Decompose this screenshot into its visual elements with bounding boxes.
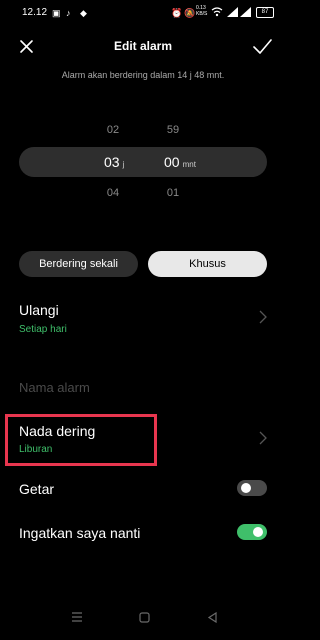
alarm-name-input[interactable] bbox=[19, 380, 267, 395]
minute-unit: mnt bbox=[182, 160, 196, 169]
time-picker-selection bbox=[19, 147, 267, 177]
repeat-value: Setiap hari bbox=[19, 324, 67, 335]
vibrate-toggle[interactable] bbox=[237, 480, 267, 496]
snooze-title: Ingatkan saya nanti bbox=[19, 525, 141, 541]
minute-selected[interactable]: 00 mnt bbox=[164, 154, 196, 172]
status-time: 12.12 bbox=[22, 7, 48, 18]
alarm-countdown-text: Alarm akan berdering dalam 14 j 48 mnt. bbox=[61, 70, 225, 80]
vibrate-title: Getar bbox=[19, 481, 55, 497]
page-title: Edit alarm bbox=[113, 39, 173, 53]
back-icon bbox=[207, 611, 217, 624]
ringtone-title: Nada dering bbox=[19, 423, 96, 439]
back-nav-button[interactable] bbox=[207, 611, 218, 626]
custom-button[interactable]: Khusus bbox=[148, 251, 267, 277]
hour-selected[interactable]: 03 j bbox=[104, 154, 124, 172]
chevron-right-icon bbox=[259, 431, 267, 448]
home-icon bbox=[139, 612, 150, 623]
wifi-icon bbox=[211, 7, 223, 20]
minute-next[interactable]: 01 bbox=[158, 187, 188, 199]
toggle-knob bbox=[253, 527, 263, 537]
chevron-right-icon bbox=[259, 310, 267, 327]
hour-unit: j bbox=[122, 160, 125, 169]
mute-icon: 🔕 bbox=[184, 8, 196, 18]
ring-once-button[interactable]: Berdering sekali bbox=[19, 251, 138, 277]
signal-icon bbox=[240, 7, 251, 20]
toggle-knob bbox=[241, 483, 251, 493]
check-icon bbox=[253, 39, 272, 54]
hour-prev[interactable]: 02 bbox=[98, 124, 128, 136]
ringtone-row[interactable]: Nada dering Liburan bbox=[0, 418, 286, 462]
minute-prev[interactable]: 59 bbox=[158, 124, 188, 136]
battery-icon: 87 bbox=[256, 7, 274, 18]
repeat-title: Ulangi bbox=[19, 302, 59, 318]
ringtone-value: Liburan bbox=[19, 444, 53, 455]
tiktok-icon: ♪ bbox=[66, 8, 71, 18]
home-nav-button[interactable] bbox=[139, 612, 150, 626]
minute-value: 00 bbox=[164, 154, 180, 170]
signal-icon bbox=[227, 7, 238, 20]
status-bar: 12.12 ▣ ♪ ◆ ⏰ 🔕 0.13 KB/S 87 bbox=[0, 0, 286, 26]
snooze-toggle[interactable] bbox=[237, 524, 267, 540]
alarm-icon: ⏰ bbox=[171, 8, 183, 18]
repeat-row[interactable]: Ulangi Setiap hari bbox=[0, 296, 286, 342]
hour-next[interactable]: 04 bbox=[98, 187, 128, 199]
android-icon: ◆ bbox=[80, 8, 87, 18]
hour-value: 03 bbox=[104, 154, 120, 170]
speed-icon: 0.13 KB/S bbox=[196, 5, 208, 17]
menu-icon bbox=[72, 612, 82, 622]
gallery-icon: ▣ bbox=[52, 8, 61, 18]
menu-nav-button[interactable] bbox=[71, 612, 83, 625]
confirm-button[interactable] bbox=[251, 35, 273, 57]
